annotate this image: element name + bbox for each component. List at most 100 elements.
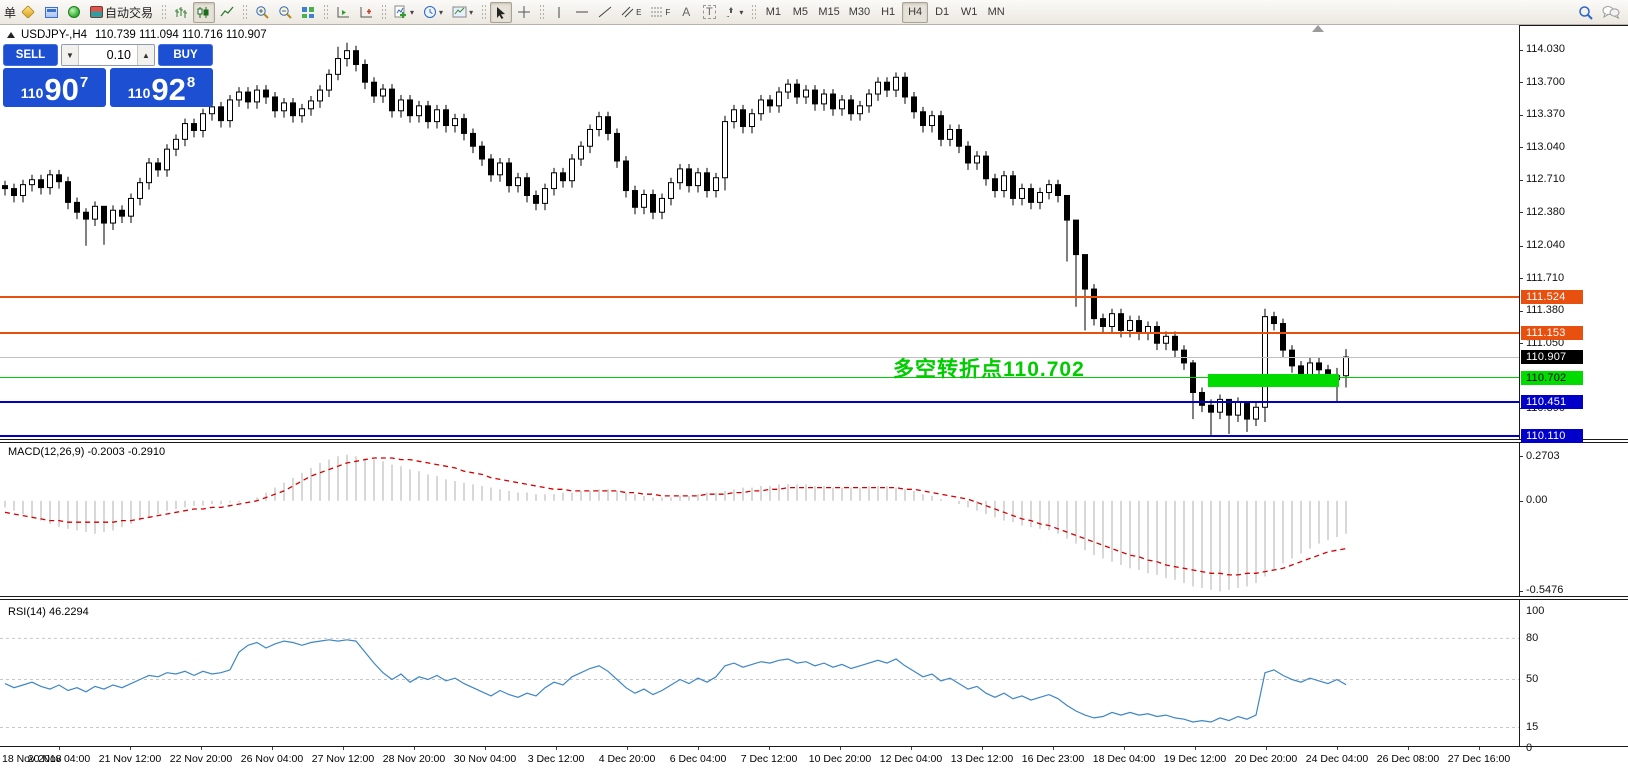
data-window-button[interactable] (40, 2, 62, 23)
time-axis-label: 20 Nov 04:00 (27, 753, 91, 765)
bar-chart-button[interactable] (170, 2, 192, 23)
trendline-tool-button[interactable] (594, 2, 616, 23)
tile-windows-button[interactable] (297, 2, 319, 23)
pane-separator[interactable] (0, 439, 1628, 443)
macd-axis-label: -0.5476 (1526, 584, 1564, 597)
timeframe-D1[interactable]: D1 (929, 2, 955, 23)
toolbar-grip (539, 4, 545, 20)
navigator-button[interactable] (63, 2, 85, 23)
price-axis-label: 114.030 (1526, 43, 1565, 56)
chart-shift-button[interactable] (355, 2, 377, 23)
fibonacci-icon (651, 7, 663, 17)
cursor-tool-button[interactable] (490, 1, 513, 23)
autotrading-button[interactable]: 自动交易 (86, 2, 157, 23)
chart-title: USDJPY-,H4 110.739 111.094 110.716 110.9… (7, 29, 267, 41)
bar-chart-icon (175, 6, 188, 18)
timeframe-H1[interactable]: H1 (875, 2, 901, 23)
timeframe-M1[interactable]: M1 (760, 2, 786, 23)
toolbar-grip (323, 4, 329, 20)
timeframe-M30[interactable]: M30 (845, 2, 874, 23)
tile-windows-icon (302, 6, 315, 18)
bid-price-box[interactable]: 110 90 7 (3, 68, 106, 107)
timeframe-W1[interactable]: W1 (956, 2, 982, 23)
new-order-label[interactable]: 单 (4, 4, 16, 21)
horizontal-level-line[interactable] (0, 401, 1519, 404)
time-axis-label: 13 Dec 12:00 (950, 753, 1014, 765)
time-axis-label: 26 Dec 08:00 (1376, 753, 1440, 765)
crosshair-tool-button[interactable] (513, 2, 535, 23)
volume-decrease-button[interactable]: ▼ (62, 45, 79, 65)
ask-price-box[interactable]: 110 92 8 (110, 68, 213, 107)
macd-label: MACD(12,26,9) -0.2003 -0.2910 (8, 446, 166, 458)
price-badge: 110.110 (1521, 428, 1583, 443)
line-chart-icon (220, 6, 234, 16)
time-axis-label: 7 Dec 12:00 (740, 753, 798, 765)
fibonacci-tool-button[interactable]: F (646, 2, 674, 23)
templates-button[interactable]: ▾ (448, 2, 477, 23)
timeframe-M5[interactable]: M5 (787, 2, 813, 23)
price-pane[interactable]: USDJPY-,H4 110.739 111.094 110.716 110.9… (0, 25, 1519, 439)
volume-value[interactable]: 0.10 (79, 45, 137, 65)
candlestick-chart-button[interactable] (193, 1, 216, 23)
rsi-plot[interactable] (0, 600, 1519, 746)
price-badge: 111.153 (1521, 326, 1583, 341)
arrows-tool-button[interactable]: ▾ (721, 2, 747, 23)
zoom-in-icon (256, 6, 269, 19)
channel-icon (621, 6, 634, 18)
horizontal-line-tool-button[interactable] (571, 2, 593, 23)
price-axis-label: 113.370 (1526, 108, 1565, 121)
highlight-rectangle[interactable] (1208, 374, 1339, 387)
time-axis-label: 3 Dec 12:00 (527, 753, 585, 765)
candlestick-chart-icon (197, 6, 209, 18)
search-button[interactable] (1574, 2, 1597, 23)
macd-plot[interactable] (0, 443, 1519, 596)
timeframe-H4[interactable]: H4 (902, 1, 929, 23)
periods-button[interactable]: ▾ (419, 2, 447, 23)
horizontal-level-line[interactable] (0, 295, 1519, 298)
trendline-icon (598, 6, 612, 18)
zoom-out-button[interactable] (274, 2, 296, 23)
timeframe-M15[interactable]: M15 (814, 2, 843, 23)
indicators-icon (394, 5, 407, 18)
macd-axis-label: 0.2703 (1526, 449, 1560, 462)
toolbar: 单 自动交易 ▾ ▾ ▾ E F A T ▾ M1 M5 M15 M30 H1 … (0, 0, 1628, 25)
vertical-line-icon (558, 6, 560, 18)
text-tool-icon: A (682, 5, 691, 19)
buy-button[interactable]: BUY (158, 44, 213, 66)
price-axis-label: 113.040 (1526, 140, 1565, 153)
bid-pip-digit: 7 (79, 74, 89, 91)
time-axis-border (0, 746, 1628, 747)
one-click-trading-panel: SELL ▼ 0.10 ▲ BUY 110 90 7 110 92 8 (3, 44, 213, 107)
time-axis-label: 26 Nov 04:00 (240, 753, 304, 765)
horizontal-level-line[interactable] (0, 356, 1519, 358)
timeframe-MN[interactable]: MN (983, 2, 1009, 23)
horizontal-level-line[interactable] (0, 332, 1519, 335)
volume-increase-button[interactable]: ▲ (137, 45, 154, 65)
sell-button[interactable]: SELL (3, 44, 58, 66)
rsi-axis-label: 80 (1526, 631, 1539, 644)
pane-separator[interactable] (0, 596, 1628, 600)
line-chart-button[interactable] (216, 2, 238, 23)
indicators-button[interactable]: ▾ (390, 2, 418, 23)
template-icon (452, 6, 467, 17)
rsi-pane[interactable]: RSI(14) 46.2294 (0, 600, 1519, 745)
toolbar-grip (381, 4, 387, 20)
auto-scroll-button[interactable] (332, 2, 354, 23)
zoom-in-button[interactable] (251, 2, 273, 23)
toolbar-grip (481, 4, 487, 20)
macd-axis-label: 0.00 (1526, 494, 1548, 507)
macd-pane[interactable]: MACD(12,26,9) -0.2003 -0.2910 (0, 443, 1519, 596)
cursor-arrow-icon (497, 6, 506, 19)
price-badge: 110.451 (1521, 395, 1583, 410)
new-order-button[interactable] (17, 2, 39, 23)
autotrading-label: 自动交易 (105, 5, 154, 20)
text-tool-button[interactable]: A (675, 2, 697, 23)
dropdown-caret-icon: ▾ (469, 7, 474, 17)
chart-window: USDJPY-,H4 110.739 111.094 110.716 110.9… (0, 25, 1628, 771)
time-axis-label: 4 Dec 20:00 (598, 753, 656, 765)
channel-tool-button[interactable]: E (617, 2, 645, 23)
vertical-line-tool-button[interactable] (548, 2, 570, 23)
chat-button[interactable] (1598, 2, 1624, 23)
text-label-tool-button[interactable]: T (698, 2, 720, 23)
horizontal-level-line[interactable] (0, 434, 1519, 437)
